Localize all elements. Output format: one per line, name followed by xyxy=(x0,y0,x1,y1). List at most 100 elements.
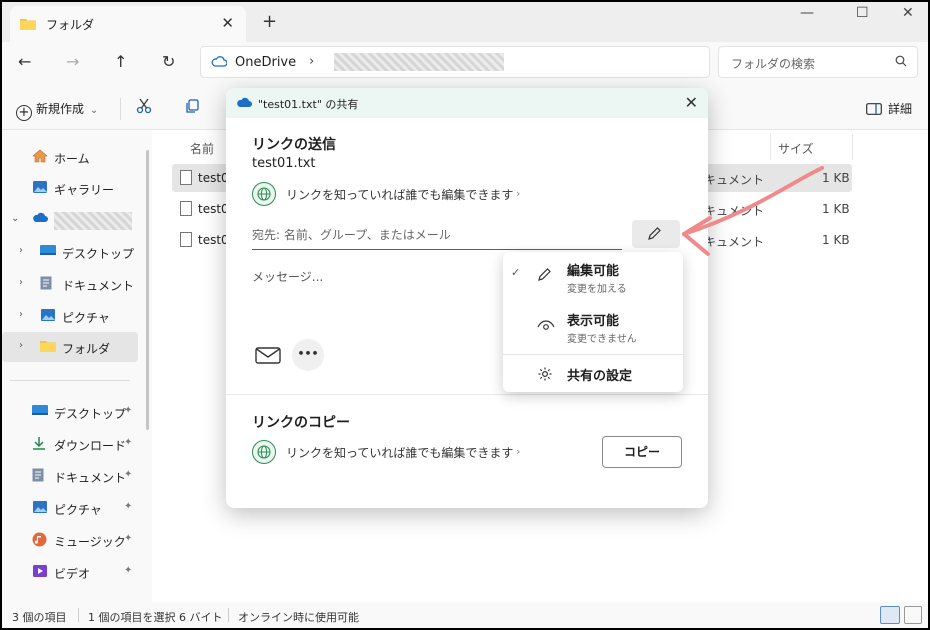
sidebar-item-videos[interactable]: ビデオ ✦ xyxy=(2,557,138,587)
breadcrumb-onedrive[interactable]: OneDrive xyxy=(235,55,296,70)
back-arrow-icon[interactable]: ← xyxy=(18,52,31,71)
sidebar-item-label: ピクチャ xyxy=(62,311,110,325)
pictures-icon xyxy=(32,500,48,514)
cut-icon[interactable] xyxy=(136,98,152,118)
pin-icon[interactable]: ✦ xyxy=(124,469,132,480)
tab-title: フォルダ xyxy=(46,18,95,32)
status-divider xyxy=(228,608,229,622)
details-label: 詳細 xyxy=(887,102,912,116)
status-selection: 1 個の項目を選択 6 バイト xyxy=(88,611,223,624)
search-icon xyxy=(895,55,907,70)
pictures-icon xyxy=(40,308,56,322)
message-input[interactable]: メッセージ... xyxy=(252,268,323,285)
forward-arrow-icon[interactable]: → xyxy=(66,52,79,71)
sidebar-item-label: ドキュメント xyxy=(62,279,135,293)
home-icon xyxy=(32,149,48,163)
email-button[interactable] xyxy=(252,339,284,371)
column-header-size[interactable]: サイズ xyxy=(778,140,814,157)
chevron-right-icon[interactable]: › xyxy=(516,187,520,200)
copy-icon[interactable] xyxy=(184,98,200,118)
column-separator[interactable] xyxy=(852,134,853,160)
chevron-right-icon[interactable]: › xyxy=(19,277,23,288)
chevron-right-icon[interactable]: › xyxy=(19,245,23,256)
onedrive-cloud-icon xyxy=(211,56,228,70)
sidebar-item-label: ドキュメント xyxy=(54,471,127,485)
sidebar-item-onedrive[interactable]: ⌄ xyxy=(2,205,138,235)
permission-menu: ✓ 編集可能 変更を加える 表示可能 変更できません 共有の設定 xyxy=(503,252,683,392)
tiles-view-button[interactable] xyxy=(904,606,922,624)
check-icon: ✓ xyxy=(511,266,521,279)
copy-link-heading: リンクのコピー xyxy=(252,415,350,431)
status-availability: オンライン時に使用可能 xyxy=(238,611,359,624)
annotation-arrow xyxy=(682,166,824,256)
sidebar-item-downloads[interactable]: ダウンロード ✦ xyxy=(2,429,138,459)
menu-item-title: 共有の設定 xyxy=(567,369,633,384)
maximize-button[interactable]: ☐ xyxy=(856,5,869,21)
chevron-down-icon: ⌄ xyxy=(89,105,99,116)
menu-item-can-edit[interactable]: ✓ 編集可能 変更を加える xyxy=(503,252,683,302)
toolbar-divider xyxy=(120,98,121,120)
menu-item-sharing-settings[interactable]: 共有の設定 xyxy=(503,356,683,392)
tab-bar: フォルダ ✕ + — ☐ ✕ xyxy=(2,2,928,42)
sidebar-scrollbar[interactable] xyxy=(146,150,149,430)
column-separator[interactable] xyxy=(770,134,771,160)
close-window-button[interactable]: ✕ xyxy=(902,5,914,21)
menu-item-title: 表示可能 xyxy=(567,314,620,329)
copy-button[interactable]: コピー xyxy=(602,436,682,468)
new-tab-button[interactable]: + xyxy=(262,11,277,32)
breadcrumb-chevron-icon[interactable]: › xyxy=(309,54,314,69)
details-view-button[interactable] xyxy=(880,606,900,624)
sidebar-item-gallery[interactable]: ギャラリー xyxy=(2,173,138,203)
sidebar-item-home[interactable]: ホーム xyxy=(2,142,138,172)
sidebar-item-quick-desktop[interactable]: デスクトップ ✦ xyxy=(2,397,138,427)
gear-icon xyxy=(537,366,553,385)
text-file-icon xyxy=(180,170,192,185)
globe-icon xyxy=(252,182,276,206)
close-icon[interactable]: ✕ xyxy=(685,93,698,112)
sidebar-item-label: ミュージック xyxy=(54,535,126,549)
breadcrumb-redacted[interactable] xyxy=(334,53,504,71)
recipient-placeholder: 宛先: 名前、グループ、またはメール xyxy=(252,228,451,242)
recipient-input[interactable]: 宛先: 名前、グループ、またはメール xyxy=(252,220,622,250)
up-arrow-icon[interactable]: ↑ xyxy=(114,52,127,71)
new-button[interactable]: + 新規作成 ⌄ xyxy=(16,100,98,121)
minimize-button[interactable]: — xyxy=(800,5,814,21)
sidebar-item-quick-pictures[interactable]: ピクチャ ✦ xyxy=(2,493,138,523)
sidebar-item-documents[interactable]: › ドキュメント xyxy=(2,269,138,299)
chevron-right-icon[interactable]: › xyxy=(516,445,520,458)
copy-link-permission-setting[interactable]: リンクを知っていれば誰でも編集できます xyxy=(286,444,513,461)
pin-icon[interactable]: ✦ xyxy=(124,501,132,512)
pin-icon[interactable]: ✦ xyxy=(124,405,132,416)
pin-icon[interactable]: ✦ xyxy=(124,565,132,576)
tab-close-icon[interactable]: ✕ xyxy=(221,14,234,32)
gallery-icon xyxy=(32,180,48,194)
menu-item-can-view[interactable]: 表示可能 変更できません xyxy=(503,304,683,354)
pin-icon[interactable]: ✦ xyxy=(124,533,132,544)
onedrive-cloud-icon xyxy=(236,97,252,111)
sidebar-item-label: ビデオ xyxy=(54,567,91,581)
details-button[interactable]: 詳細 xyxy=(866,100,912,117)
tab-folder[interactable]: フォルダ ✕ xyxy=(10,6,246,42)
sidebar-item-music[interactable]: ミュージック ✦ xyxy=(2,525,138,555)
sidebar-item-desktop[interactable]: › デスクトップ xyxy=(2,237,138,267)
eye-icon xyxy=(537,318,555,335)
chevron-down-icon[interactable]: ⌄ xyxy=(11,213,19,224)
music-icon xyxy=(32,532,48,547)
address-bar[interactable]: OneDrive › xyxy=(200,46,710,78)
more-options-button[interactable]: ••• xyxy=(292,339,324,371)
menu-divider xyxy=(503,354,683,355)
video-icon xyxy=(32,564,48,578)
search-input[interactable]: フォルダの検索 xyxy=(718,46,918,78)
link-permission-setting[interactable]: リンクを知っていれば誰でも編集できます xyxy=(286,186,513,203)
mail-icon xyxy=(255,347,281,364)
chevron-right-icon[interactable]: › xyxy=(19,340,23,351)
pin-icon[interactable]: ✦ xyxy=(124,437,132,448)
sidebar-item-label: ピクチャ xyxy=(54,503,102,517)
column-header-name[interactable]: 名前 xyxy=(190,140,214,157)
sidebar-item-pictures[interactable]: › ピクチャ xyxy=(2,301,138,331)
sidebar-item-quick-documents[interactable]: ドキュメント ✦ xyxy=(2,461,138,491)
refresh-icon[interactable]: ↻ xyxy=(162,52,175,71)
sidebar-item-folder[interactable]: › フォルダ xyxy=(2,332,138,362)
chevron-right-icon[interactable]: › xyxy=(19,309,23,320)
onedrive-cloud-icon xyxy=(32,212,48,226)
